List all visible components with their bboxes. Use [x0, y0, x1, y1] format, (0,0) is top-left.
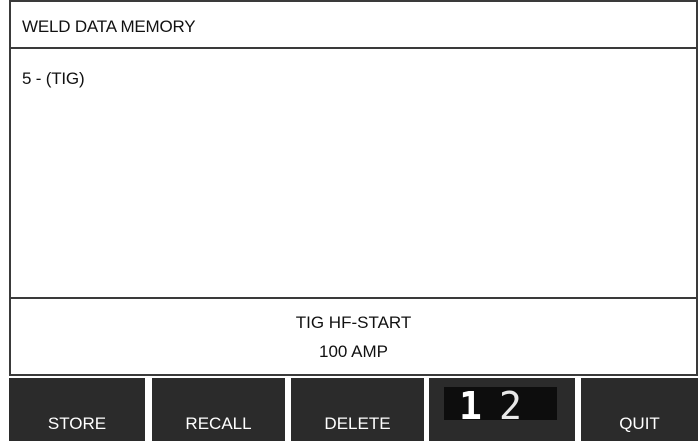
memory-position-display: 1 2 [444, 387, 557, 425]
store-button-label: STORE [47, 414, 107, 433]
quit-button[interactable]: QUIT [581, 378, 698, 441]
memory-position-selector[interactable]: 1 2 [429, 378, 575, 441]
weld-info-panel: TIG HF-START 100 AMP [11, 299, 696, 374]
main-panel: WELD DATA MEMORY 5 - (TIG) TIG HF-START … [9, 0, 698, 376]
memory-position-digit-2: 2 [499, 384, 522, 428]
delete-button-label: DELETE [324, 414, 391, 433]
store-button[interactable]: STORE [9, 378, 145, 441]
recall-button[interactable]: RECALL [152, 378, 285, 441]
weld-data-memory-screen: WELD DATA MEMORY 5 - (TIG) TIG HF-START … [0, 0, 699, 441]
page-title: WELD DATA MEMORY [11, 2, 696, 49]
delete-button[interactable]: DELETE [291, 378, 424, 441]
weld-current-text: 100 AMP [319, 342, 388, 361]
quit-button-label: QUIT [619, 414, 660, 433]
memory-list-item-5-tig[interactable]: 5 - (TIG) [22, 70, 85, 88]
weld-process-text: TIG HF-START [295, 313, 412, 332]
recall-button-label: RECALL [185, 414, 252, 433]
softkey-bar: STORE RECALL DELETE 1 2 QUIT [0, 378, 699, 441]
memory-list: 5 - (TIG) [11, 49, 696, 299]
memory-position-digit-1: 1 [459, 384, 482, 428]
